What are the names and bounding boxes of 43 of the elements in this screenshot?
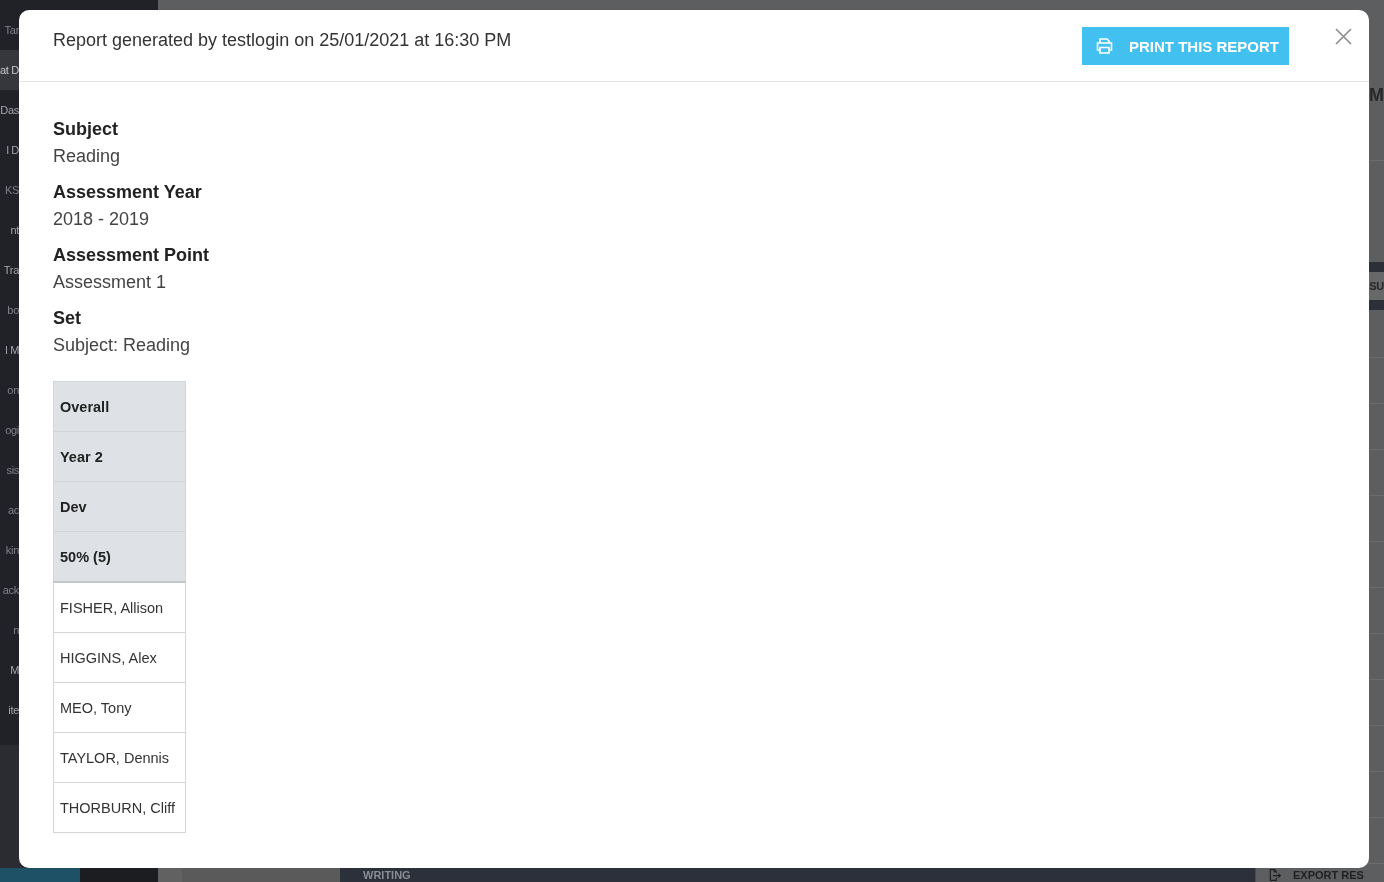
field-label: Assessment Year [53,181,202,204]
sidebar-item[interactable]: ack [0,570,19,610]
sidebar-item[interactable]: M [0,650,19,690]
field-value: 2018 - 2019 [53,208,150,231]
sidebar-item[interactable]: bo [0,290,19,330]
sidebar-item[interactable]: ac [0,490,19,530]
sidebar-item[interactable]: sis [0,450,19,490]
sidebar-item[interactable]: l D [0,130,19,170]
field-label: Subject [53,118,118,141]
header-cell: Dev [53,481,186,532]
field-value: Reading [53,145,121,168]
field-value: Subject: Reading [53,334,191,357]
field-label: Set [53,307,81,330]
header-cell: Year 2 [53,431,186,482]
column-header: SU [1369,280,1384,292]
file-export-icon [1269,869,1281,881]
sidebar-item[interactable]: at D [0,50,19,90]
sidebar-item[interactable]: ite [0,690,19,730]
printer-icon [1096,38,1113,54]
sidebar-item[interactable]: ogi [0,410,19,450]
sidebar-item[interactable]: n [0,610,19,650]
table-cell: MEO, Tony [53,682,186,733]
writing-tab[interactable]: WRITING [363,869,411,881]
header-cell: Overall [53,381,186,432]
sidebar-item[interactable]: on [0,370,19,410]
sidebar-item[interactable]: nt [0,210,19,250]
field-value: Assessment 1 [53,271,167,294]
dialog-title: Report generated by testlogin on 25/01/2021 at 16:30 PM [53,29,512,51]
table-cell: HIGGINS, Alex [53,632,186,683]
table-cell: FISHER, Allison [53,582,186,633]
table-cell: TAYLOR, Dennis [53,732,186,783]
close-icon [1335,28,1352,45]
export-button[interactable]: EXPORT RES [1293,869,1364,881]
sidebar-item[interactable]: Das [0,90,19,130]
header-cell: 50% (5) [53,531,186,582]
sidebar-item[interactable]: KS [0,170,19,210]
table-cell: THORBURN, Cliff [53,782,186,833]
field-label: Assessment Point [53,244,210,267]
sidebar-item[interactable]: l M [0,330,19,370]
sidebar-item[interactable]: kin [0,530,19,570]
close-button[interactable] [1335,28,1352,45]
sidebar-item[interactable]: Tar [0,10,19,50]
sidebar-item[interactable]: Tra [0,250,19,290]
